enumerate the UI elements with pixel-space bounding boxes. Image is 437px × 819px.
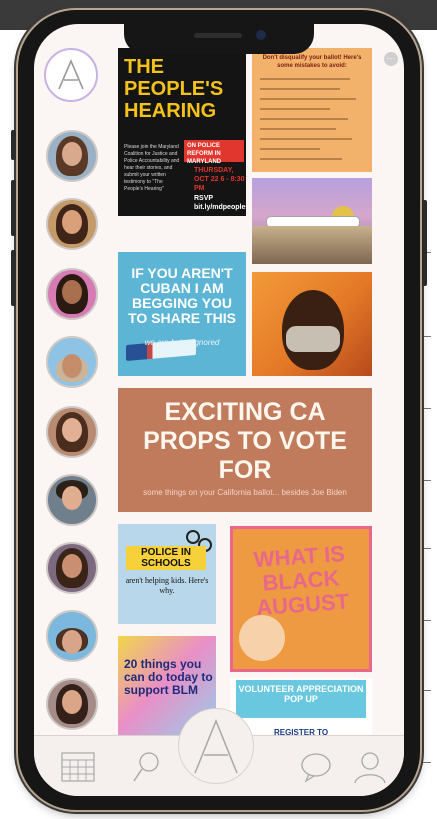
app-logo-icon [58, 58, 84, 90]
speaker [194, 33, 242, 38]
post-title: VOLUNTEER APPRECIATION POP UP [238, 684, 364, 704]
story-avatar[interactable] [46, 198, 98, 250]
story-avatar[interactable] [46, 474, 98, 526]
text-line [260, 148, 320, 150]
mute-button[interactable] [11, 130, 16, 160]
post-title: Don't disqualify your ballot! Here's som… [262, 55, 362, 69]
face-mask [286, 326, 340, 352]
post-subtitle: aren't helping kids. Here's why. [125, 576, 209, 595]
post-title: WHAT IS BLACK AUGUST [252, 540, 350, 621]
post-rsvp: RSVP bit.ly/mdpeopleshearing [194, 195, 246, 211]
text-line [260, 138, 352, 140]
post-ca-props[interactable]: EXCITING CA PROPS TO VOTE FOR some thing… [118, 388, 372, 512]
post-badge: ON POLICE REFORM IN MARYLAND [184, 140, 244, 165]
story-avatar[interactable] [46, 678, 98, 730]
post-peoples-hearing[interactable]: THE PEOPLE'S HEARING ON POLICE REFORM IN… [118, 48, 246, 216]
face [62, 418, 82, 442]
chat-icon [301, 753, 331, 783]
tab-calendar[interactable] [58, 750, 98, 784]
text-line [260, 108, 330, 110]
post-title: IF YOU AREN'T CUBAN I AM BEGGING YOU TO … [128, 265, 236, 326]
story-avatar[interactable] [46, 336, 98, 388]
face [62, 354, 82, 378]
text-line [260, 118, 348, 120]
face [62, 630, 82, 654]
search-icon [133, 752, 159, 782]
post-masked-portrait[interactable] [252, 272, 372, 376]
calendar-icon [61, 752, 95, 782]
post-title: EXCITING CA PROPS TO VOTE FOR [143, 398, 347, 484]
post-title: POLICE IN SCHOOLS [126, 546, 206, 570]
story-avatar[interactable] [46, 406, 98, 458]
front-camera [256, 30, 266, 40]
story-avatar[interactable] [46, 268, 98, 320]
touch-indicator [239, 615, 285, 661]
post-jerusalem[interactable] [252, 178, 372, 264]
face [62, 210, 82, 234]
post-date: THURSDAY, OCT 22 6 - 8:30 PM [194, 167, 245, 192]
text-line [260, 158, 342, 160]
face [62, 142, 82, 166]
face [62, 690, 82, 714]
city-illustration [252, 226, 372, 264]
post-black-august[interactable]: WHAT IS BLACK AUGUST [230, 526, 372, 672]
volume-up-button[interactable] [11, 180, 16, 236]
text-line [260, 88, 340, 90]
face [62, 280, 82, 304]
volume-down-button[interactable] [11, 250, 16, 306]
story-avatar[interactable] [46, 610, 98, 662]
post-subtitle: some things on your California ballot...… [143, 488, 347, 497]
post-cuban[interactable]: IF YOU AREN'T CUBAN I AM BEGGING YOU TO … [118, 252, 246, 376]
home-logo-icon [194, 718, 238, 774]
profile-icon [354, 752, 386, 784]
more-options-icon[interactable]: ··· [384, 52, 398, 66]
post-police-schools[interactable]: POLICE IN SCHOOLS aren't helping kids. H… [118, 524, 216, 624]
text-line [260, 128, 336, 130]
tab-search[interactable] [126, 750, 166, 784]
tab-chat[interactable] [296, 750, 336, 784]
post-subtitle: we are being ignored [144, 338, 220, 347]
post-title: THE PEOPLE'S HEARING [124, 56, 224, 122]
face [62, 486, 82, 510]
text-line [260, 78, 350, 80]
phone-frame: THE PEOPLE'S HEARING ON POLICE REFORM IN… [11, 10, 427, 810]
face [62, 554, 82, 578]
story-avatar[interactable] [46, 130, 98, 182]
power-button[interactable] [422, 200, 427, 286]
post-body: Please join the Maryland Coalition for J… [124, 144, 180, 192]
bottom-tab-bar [34, 708, 404, 796]
post-ballot-mistakes[interactable]: Don't disqualify your ballot! Here's som… [252, 48, 372, 172]
notch [124, 24, 314, 54]
text-line [260, 98, 356, 100]
tab-home[interactable] [178, 708, 254, 784]
app-screen: THE PEOPLE'S HEARING ON POLICE REFORM IN… [34, 24, 404, 796]
post-title: 20 things you can do today to support BL… [124, 657, 213, 697]
story-avatar[interactable] [46, 542, 98, 594]
app-logo[interactable] [44, 48, 98, 102]
tab-profile[interactable] [350, 750, 390, 784]
